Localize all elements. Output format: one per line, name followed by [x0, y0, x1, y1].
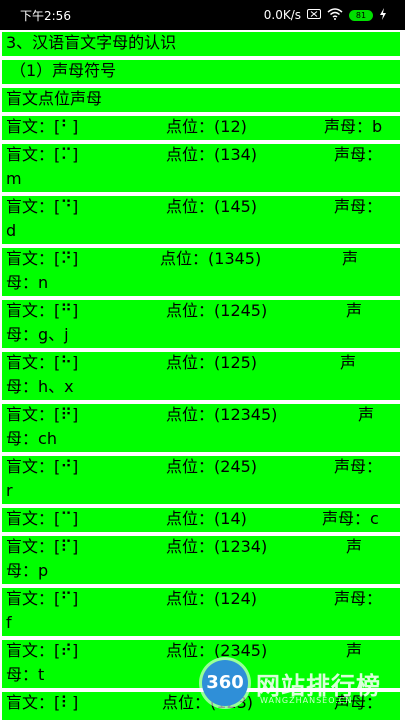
main-content[interactable]: 3、汉语盲文字母的认识 （1）声母符号 盲文点位声母 盲文：[⠃] 点位：(12… [0, 30, 405, 720]
wifi-icon [327, 7, 343, 23]
status-icons: 0.0K/s 81 [263, 7, 387, 23]
list-item: 盲文：[⠍] 点位：(134) 声母： m [2, 144, 400, 192]
list-item: 盲文：[⠋] 点位：(124) 声母： f [2, 588, 400, 636]
sim-off-icon [307, 8, 321, 22]
list-item: 盲文：[⠞] 点位：(2345) 声 母：t [2, 640, 400, 688]
section-subtitle: （1）声母符号 [2, 60, 400, 84]
section-title: 3、汉语盲文字母的认识 [2, 32, 400, 56]
status-time: 下午2:56 [20, 8, 71, 23]
battery-icon: 81 [349, 9, 373, 21]
list-item: 盲文：[⠓] 点位：(125) 声 母：h、x [2, 352, 400, 400]
list-item: 盲文：[⠙] 点位：(145) 声母： d [2, 196, 400, 244]
charging-icon [379, 7, 387, 23]
status-bar: 下午2:56 0.0K/s 81 [0, 0, 405, 30]
list-item: 盲文：[⠛] 点位：(1245) 声 母：g、j [2, 300, 400, 348]
list-item: 盲文：[⠏] 点位：(1234) 声 母：p [2, 536, 400, 584]
section-header: 盲文点位声母 [2, 88, 400, 112]
list-item: 盲文：[⠚] 点位：(245) 声母： r [2, 456, 400, 504]
list-item: 盲文：[⠇] 点位：(123) 声母： l [2, 692, 400, 720]
list-item: 盲文：[⠟] 点位：(12345) 声 母：ch [2, 404, 400, 452]
list-item: 盲文：[⠉] 点位：(14) 声母：c [2, 508, 400, 532]
list-item: 盲文：[⠃] 点位：(12) 声母：b [2, 116, 400, 140]
list-item: 盲文：[⠝] 点位：(1345) 声 母：n [2, 248, 400, 296]
network-speed: 0.0K/s [263, 8, 301, 22]
